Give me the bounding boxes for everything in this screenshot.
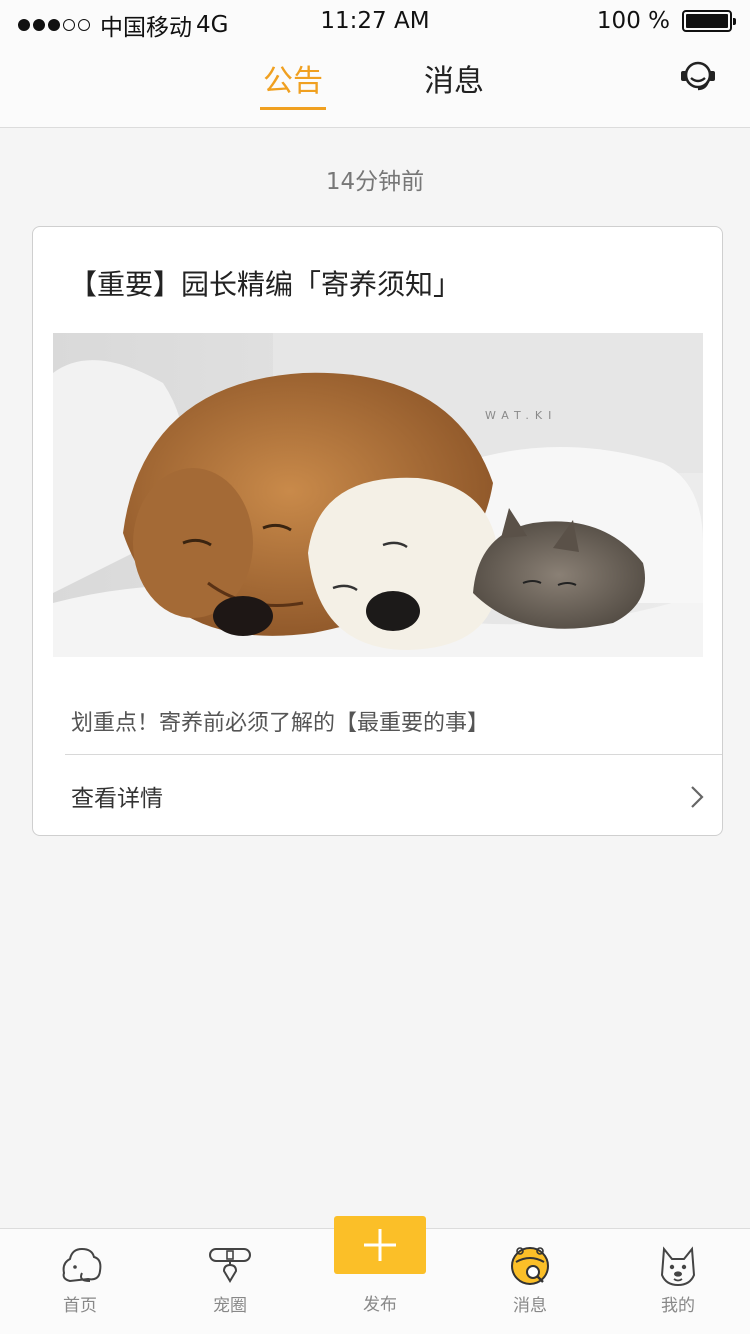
tabbar-home-label: 首页 (63, 1296, 97, 1316)
chevron-right-icon (691, 786, 704, 808)
bell-icon (511, 1247, 549, 1285)
tabbar-messages-label: 消息 (513, 1296, 547, 1316)
battery-icon (682, 10, 736, 32)
dog-face-icon (660, 1246, 696, 1287)
tabbar-profile[interactable]: 我的 (618, 1229, 738, 1334)
card-title: 【重要】园长精编「寄养须知」 (69, 268, 462, 301)
home-pet-icon (62, 1247, 102, 1283)
tab-active-indicator (260, 107, 326, 110)
header-tabs: 公告 消息 (0, 56, 750, 112)
tab-message-label: 消息 (424, 64, 484, 99)
tab-message[interactable]: 消息 (422, 56, 486, 106)
status-bar: 中国移动 4G 11:27 AM 100 % (0, 0, 750, 41)
plus-icon (364, 1229, 396, 1261)
announcement-card[interactable]: 【重要】园长精编「寄养须知」 WAT.KI 划重点！寄养前必须了解的【最重要的事… (32, 226, 723, 836)
battery-status: 100 % (596, 8, 736, 34)
tab-notice-label: 公告 (263, 64, 323, 99)
publish-button[interactable] (334, 1216, 426, 1274)
image-watermark: WAT.KI (485, 409, 557, 422)
tabbar-pet-circle-label: 宠圈 (213, 1296, 247, 1316)
card-description: 划重点！寄养前必须了解的【最重要的事】 (71, 711, 490, 736)
battery-percent: 100 % (596, 8, 670, 34)
tabbar-messages[interactable]: 消息 (470, 1229, 590, 1334)
tabbar-profile-label: 我的 (661, 1296, 695, 1316)
view-details-label: 查看详情 (71, 786, 163, 812)
tab-notice[interactable]: 公告 (260, 56, 326, 110)
feed-timestamp: 14分钟前 (325, 169, 425, 195)
tabbar-home[interactable]: 首页 (20, 1229, 140, 1334)
customer-service-headset-icon[interactable] (678, 56, 718, 96)
top-bar: 中国移动 4G 11:27 AM 100 % 公告 消息 (0, 0, 750, 128)
publish-label: 发布 (363, 1295, 397, 1315)
view-details-row[interactable]: 查看详情 (33, 755, 722, 835)
announcement-image[interactable]: WAT.KI (53, 333, 703, 657)
tabbar-pet-circle[interactable]: 宠圈 (170, 1229, 290, 1334)
pet-collar-icon (209, 1248, 251, 1283)
